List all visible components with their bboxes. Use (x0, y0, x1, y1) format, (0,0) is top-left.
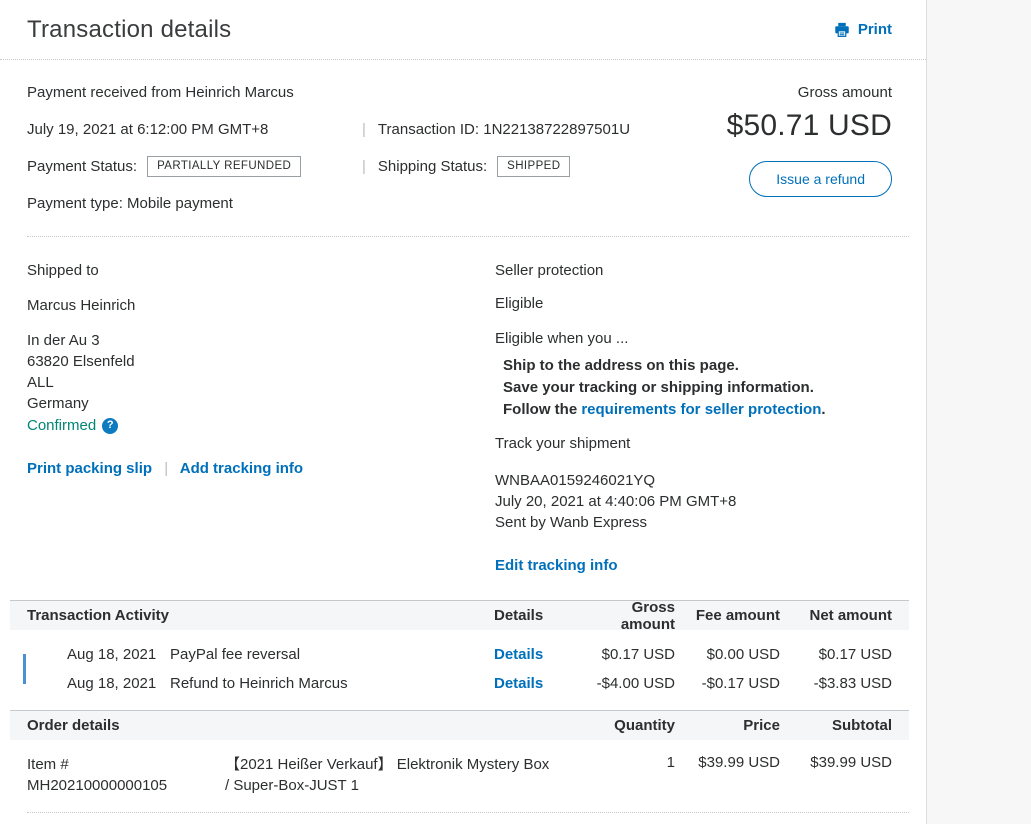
transaction-activity-header: Transaction Activity Details Gross amoun… (10, 600, 909, 630)
payment-date: July 19, 2021 at 6:12:00 PM GMT+8 (27, 121, 362, 138)
shipped-to-heading: Shipped to (27, 262, 495, 279)
payment-status-badge: PARTIALLY REFUNDED (147, 156, 301, 177)
item-number: Item # MH20210000000105 (27, 754, 225, 796)
column-header-details: Details (494, 607, 575, 624)
item-subtotal: $39.99 USD (780, 754, 892, 796)
address-line: Germany (27, 393, 495, 414)
activity-gross: -$4.00 USD (575, 675, 675, 692)
payment-received-from: Payment received from Heinrich Marcus (27, 84, 712, 101)
column-header-quantity: Quantity (575, 717, 675, 734)
payment-status-label: Payment Status: (27, 158, 137, 175)
details-link[interactable]: Details (494, 675, 543, 692)
vertical-divider: | (362, 158, 366, 175)
transaction-activity-heading: Transaction Activity (27, 607, 494, 624)
item-quantity: 1 (575, 754, 675, 796)
activity-date: Aug 18, 2021 (67, 646, 170, 663)
shipping-status-label: Shipping Status: (378, 158, 487, 175)
printer-icon (833, 21, 851, 39)
column-header-subtotal: Subtotal (780, 717, 892, 734)
recipient-name: Marcus Heinrich (27, 297, 495, 314)
seller-protection-status: Eligible (495, 295, 909, 312)
details-link[interactable]: Details (494, 646, 543, 663)
issue-refund-button[interactable]: Issue a refund (749, 161, 892, 197)
column-header-fee: Fee amount (675, 607, 780, 624)
help-icon[interactable]: ? (102, 418, 118, 434)
activity-fee: $0.00 USD (675, 646, 780, 663)
table-row: Item # MH20210000000105 【2021 Heißer Ver… (10, 740, 909, 812)
shipping-section: Shipped to Marcus Heinrich In der Au 3 6… (0, 237, 926, 574)
gross-amount-value: $50.71 USD (712, 109, 892, 143)
add-tracking-info-link[interactable]: Add tracking info (180, 460, 303, 477)
item-price: $39.99 USD (675, 754, 780, 796)
transaction-activity-rows: Aug 18, 2021 PayPal fee reversal Details… (10, 630, 909, 710)
page-title: Transaction details (27, 16, 833, 44)
eligibility-condition: Save your tracking or shipping informati… (503, 377, 909, 399)
eligibility-condition: Ship to the address on this page. (503, 355, 909, 377)
item-description: 【2021 Heißer Verkauf】 Elektronik Mystery… (225, 754, 555, 796)
activity-net: $0.17 USD (780, 646, 892, 663)
transaction-details-panel: Transaction details Print Payment receiv… (0, 0, 927, 824)
order-details-heading: Order details (27, 717, 575, 734)
activity-date: Aug 18, 2021 (67, 675, 170, 692)
column-header-net: Net amount (780, 607, 892, 624)
vertical-divider: | (362, 121, 366, 138)
address-confirmed-status: Confirmed ? (27, 415, 495, 436)
link-divider: | (164, 460, 168, 477)
column-header-price: Price (675, 717, 780, 734)
table-row: Aug 18, 2021 PayPal fee reversal Details… (27, 640, 892, 669)
print-packing-slip-link[interactable]: Print packing slip (27, 460, 152, 477)
eligibility-heading: Eligible when you ... (495, 330, 909, 347)
activity-description: PayPal fee reversal (170, 646, 494, 663)
shipment-carrier: Sent by Wanb Express (495, 512, 909, 533)
payment-summary-section: Payment received from Heinrich Marcus Ju… (0, 60, 926, 228)
eligibility-condition: Follow the requirements for seller prote… (503, 399, 909, 421)
timeline-connector (23, 654, 26, 684)
address-line: In der Au 3 (27, 330, 495, 351)
activity-net: -$3.83 USD (780, 675, 892, 692)
activity-fee: -$0.17 USD (675, 675, 780, 692)
address-line: ALL (27, 372, 495, 393)
shipment-date: July 20, 2021 at 4:40:06 PM GMT+8 (495, 491, 909, 512)
track-shipment-heading: Track your shipment (495, 433, 909, 454)
activity-description: Refund to Heinrich Marcus (170, 675, 494, 692)
table-row: Aug 18, 2021 Refund to Heinrich Marcus D… (27, 669, 892, 698)
gross-amount-label: Gross amount (712, 84, 892, 101)
payment-type: Payment type: Mobile payment (27, 191, 712, 215)
order-details-header: Order details Quantity Price Subtotal (10, 710, 909, 740)
seller-protection-requirements-link[interactable]: requirements for seller protection (581, 401, 821, 418)
edit-tracking-info-link[interactable]: Edit tracking info (495, 557, 618, 574)
shipping-status-badge: SHIPPED (497, 156, 570, 177)
activity-gross: $0.17 USD (575, 646, 675, 663)
page-header: Transaction details Print (0, 0, 926, 60)
column-header-gross: Gross amount (575, 599, 675, 633)
transaction-id: Transaction ID: 1N22138722897501U (378, 121, 630, 138)
seller-protection-heading: Seller protection (495, 262, 909, 279)
tracking-number: WNBAA0159246021YQ (495, 470, 909, 491)
purchase-total-row: Purchase total $39.99 USD (10, 813, 909, 824)
address-line: 63820 Elsenfeld (27, 351, 495, 372)
print-label: Print (858, 21, 892, 38)
print-button[interactable]: Print (833, 21, 892, 39)
